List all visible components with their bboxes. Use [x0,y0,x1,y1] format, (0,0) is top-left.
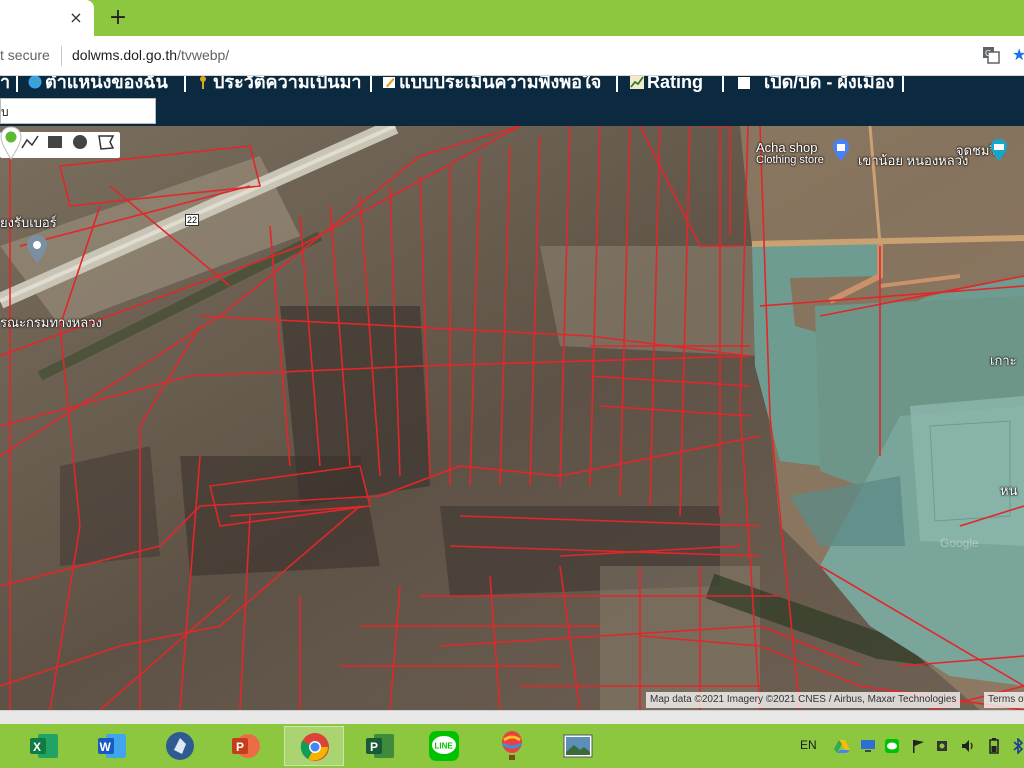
taskbar-edge [0,726,10,766]
checkbox-icon[interactable] [738,77,750,89]
network-icon[interactable] [860,738,876,754]
terms-link[interactable]: Terms of [984,692,1024,708]
nav-item-label: Rating [647,76,703,92]
horizontal-scrollbar[interactable] [0,710,1024,724]
nav-separator [722,76,724,92]
nav-item-zoning-toggle[interactable]: เปิด/ปิด - ผังเมือง [738,76,895,92]
nav-item-survey[interactable]: แบบประเมินความพึงพอใจ [382,76,602,92]
nav-separator [616,76,618,92]
key-icon [200,76,206,89]
place-label-highways-dept[interactable]: รณะกรมทางหลวง [0,312,102,333]
translate-icon[interactable]: G [982,46,1000,64]
place-label-khao-noi[interactable]: เขาน้อย หนองหลวง [858,150,968,171]
place-label-left[interactable]: ยงรับเบอร์ [0,212,57,233]
chart-icon [630,76,644,89]
map-attribution: Map data ©2021 Imagery ©2021 CNES / Airb… [646,692,961,708]
google-watermark: Google [940,536,979,550]
project-icon: P [366,734,394,758]
place-name: Acha shop [756,140,818,155]
new-tab-button[interactable]: + [106,6,130,30]
svg-text:W: W [100,740,112,754]
svg-text:G: G [985,49,991,58]
nav-item-label: า [0,76,11,92]
flag-icon[interactable] [910,738,926,754]
nav-item-history[interactable]: ประวัติความเป็นมา [196,76,362,92]
nav-separator [184,76,186,92]
svg-text:X: X [33,740,41,754]
line-icon: LINE [429,731,459,761]
site-navigation: า ตำแหน่งของฉัน ประวัติความเป็นมา แบบประ… [0,76,1024,126]
nav-separator [902,76,904,92]
bookmark-star-icon[interactable]: ★ [1012,45,1024,65]
shopping-bag-icon[interactable] [832,138,850,162]
location-pin-icon[interactable] [26,234,48,264]
taskbar-powerpoint[interactable]: P [216,726,276,766]
satellite-map[interactable]: Acha shop Clothing store จุดชมวิว เขาน้อ… [0,126,1024,710]
current-location-pin-icon[interactable] [0,126,22,160]
nav-separator [370,76,372,92]
bluetooth-icon[interactable] [1010,738,1024,754]
address-divider [61,46,62,66]
powerpoint-icon: P [232,734,260,758]
svg-text:P: P [370,740,378,754]
search-input[interactable]: บ [0,98,156,124]
battery-icon[interactable] [986,738,1002,754]
excel-icon: X [30,734,58,758]
svg-text:LINE: LINE [435,742,454,751]
map-imagery [0,126,1024,710]
nav-item-rating[interactable]: Rating [630,76,703,92]
polyline-tool-icon[interactable] [20,132,40,152]
search-value: บ [1,105,9,119]
url-field[interactable]: dolwms.dol.go.th/tvwebp/ [72,47,229,63]
close-tab-button[interactable]: × [66,8,86,28]
balloon-icon [502,731,522,760]
volume-icon[interactable] [960,738,976,754]
nav-item-label: ตำแหน่งของฉัน [45,76,168,92]
photos-icon [563,734,593,758]
taskbar-project[interactable]: P [350,726,410,766]
taskbar-photos[interactable] [548,726,608,766]
nav-item-label: เปิด/ปิด - ผังเมือง [764,76,895,92]
app-icon [166,732,194,760]
nav-item-label: แบบประเมินความพึงพอใจ [399,76,602,92]
line-tray-icon[interactable] [884,738,900,754]
bluetooth-device-icon[interactable] [934,738,950,754]
globe-icon [28,76,42,89]
taskbar-balloon[interactable] [482,726,542,766]
circle-tool-icon[interactable] [70,132,90,152]
nav-item-label: ประวัติความเป็นมา [213,76,362,92]
polygon-tool-icon[interactable] [96,132,116,152]
google-drive-icon[interactable] [834,738,850,754]
nav-item-home[interactable]: า [0,76,11,92]
chrome-icon [300,733,329,761]
address-bar[interactable]: t secure dolwms.dol.go.th/tvwebp/ G ★ [0,36,1024,76]
nav-separator [16,76,18,92]
taskbar-word[interactable]: W [82,726,142,766]
svg-text:P: P [236,740,244,754]
language-indicator[interactable]: EN [800,738,817,752]
taskbar-app[interactable] [150,726,210,766]
place-label-island[interactable]: เกาะ [990,350,1017,371]
road-number-shield: 22 [185,214,199,226]
screen: × + t secure dolwms.dol.go.th/tvwebp/ G … [0,0,1024,768]
taskbar-chrome[interactable] [284,726,344,766]
rectangle-tool-icon[interactable] [45,132,65,152]
nav-item-my-location[interactable]: ตำแหน่งของฉัน [28,76,168,92]
pencil-icon [383,77,395,88]
taskbar-line[interactable]: LINE [414,726,474,766]
url-path: /tvwebp/ [177,47,230,63]
camera-icon[interactable] [990,138,1008,162]
security-status[interactable]: t secure [0,47,50,63]
nav-menu: า ตำแหน่งของฉัน ประวัติความเป็นมา แบบประ… [0,76,1024,96]
place-label-acha-shop[interactable]: Acha shop [756,140,817,155]
browser-tab-strip: × + [0,0,1024,36]
word-icon: W [98,734,126,758]
taskbar: X W P P LINE EN [0,724,1024,768]
place-label-east[interactable]: หน [1000,480,1017,501]
browser-tab[interactable]: × [0,0,94,36]
taskbar-excel[interactable]: X [14,726,74,766]
url-host: dolwms.dol.go.th [72,47,178,63]
place-category-label: Clothing store [756,154,824,166]
